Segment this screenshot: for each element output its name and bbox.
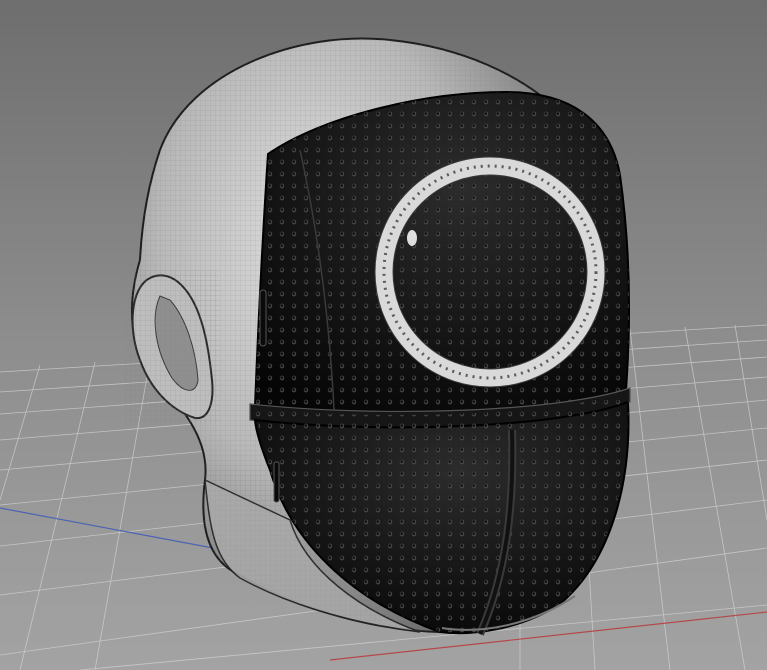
ear <box>125 270 220 425</box>
3d-viewport[interactable] <box>0 0 767 670</box>
scene-svg <box>0 0 767 670</box>
